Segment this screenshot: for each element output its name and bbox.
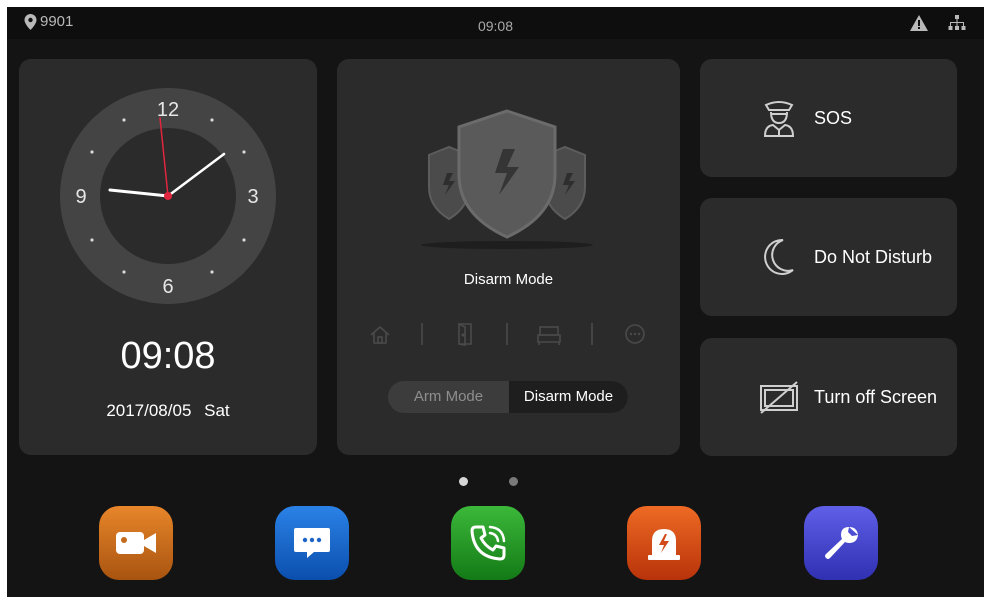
date-line: 2017/08/05 Sat [19,401,317,421]
alarm-icon [648,529,680,560]
weekday-value: Sat [204,401,230,420]
warning-icon[interactable] [910,15,928,31]
settings-app-button[interactable] [804,506,878,580]
clock-center-cap [164,192,172,200]
alarm-app-button[interactable] [627,506,701,580]
digital-time: 09:08 [120,335,216,377]
moon-icon [764,238,794,275]
phone-icon [470,525,506,561]
door-icon[interactable] [458,322,472,346]
clock-number-9: 9 [75,186,86,208]
status-bar: 9901 09:08 [7,7,984,39]
network-icon[interactable] [948,15,966,31]
disarm-mode-option[interactable]: Disarm Mode [509,381,628,413]
clock-number-3: 3 [247,186,258,208]
clock-number-6: 6 [162,276,173,298]
wrench-icon [825,527,858,559]
screen-off-icon [760,381,798,414]
page-dot[interactable] [509,477,518,486]
analog-clock: 12 3 6 9 [60,88,276,304]
zone-icons-row [370,322,645,346]
turn-off-screen-button[interactable]: Turn off Screen [700,338,957,456]
security-shield-icon [421,109,593,249]
intercom-home-screen: 9901 09:08 12 3 6 9 09:08 2017/08/05 Sat… [7,7,984,597]
sos-label: SOS [814,107,853,128]
do-not-disturb-label: Do Not Disturb [814,246,933,267]
clock-card: 12 3 6 9 09:08 2017/08/05 Sat [19,59,317,455]
home-icon[interactable] [370,325,390,344]
sos-button[interactable]: SOS [700,59,957,177]
call-app-button[interactable] [451,506,525,580]
date-value: 2017/08/05 [106,401,192,420]
security-card: Disarm Mode Arm Mode Disarm Mode [337,59,680,455]
do-not-disturb-button[interactable]: Do Not Disturb [700,198,957,316]
arm-mode-toggle[interactable]: Arm Mode Disarm Mode [388,381,628,413]
page-indicator [7,477,984,487]
page-dot-active[interactable] [459,477,468,486]
arm-mode-option[interactable]: Arm Mode [388,381,509,413]
bed-icon[interactable] [537,326,561,345]
camera-app-button[interactable] [99,506,173,580]
guard-icon [763,101,795,137]
video-camera-icon [116,532,156,554]
messages-app-button[interactable] [275,506,349,580]
turn-off-screen-label: Turn off Screen [814,386,938,407]
status-time: 09:08 [477,18,514,34]
message-icon [294,528,330,558]
security-mode-label: Disarm Mode [463,271,554,288]
